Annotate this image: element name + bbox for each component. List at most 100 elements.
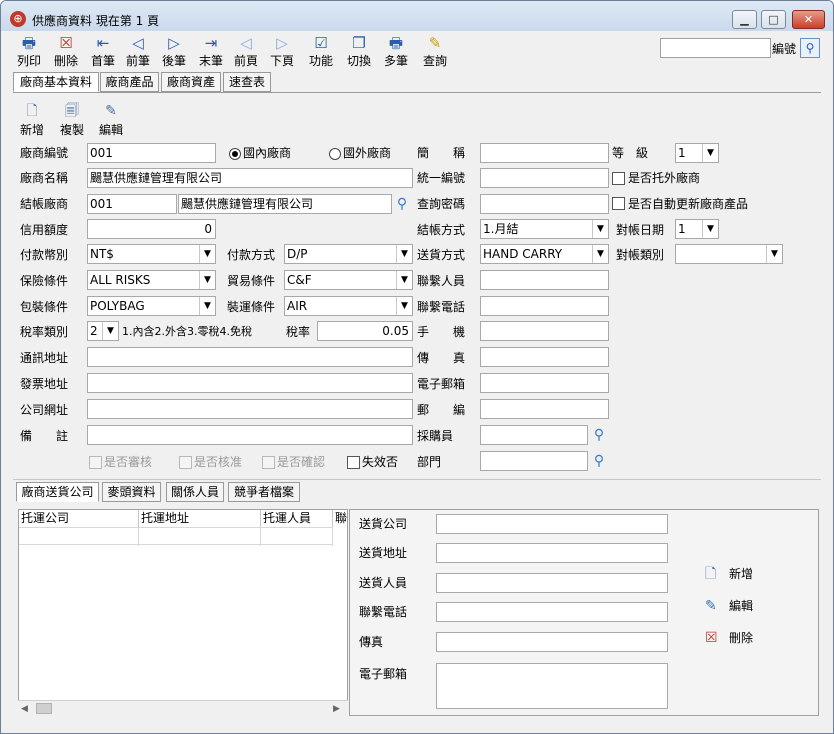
website-field[interactable] xyxy=(87,399,413,419)
search-icon[interactable]: ⚲ xyxy=(589,425,609,445)
tab-quick-lookup[interactable]: 速查表 xyxy=(223,72,271,92)
search-icon[interactable]: ⚲ xyxy=(392,194,412,214)
prev-record-button[interactable]: ◁ 前筆 xyxy=(124,33,152,68)
trade-value: C&F xyxy=(287,273,312,287)
search-icon[interactable]: ⚲ xyxy=(589,451,609,471)
grid-header-address[interactable]: 托運地址 xyxy=(139,510,261,527)
prev-page-button[interactable]: ◁ 前頁 xyxy=(232,33,260,68)
tax-id-field[interactable] xyxy=(480,168,609,188)
tab-competitor-file[interactable]: 競爭者檔案 xyxy=(228,482,300,502)
switch-button[interactable]: ❐ 切換 xyxy=(345,33,373,68)
short-name-field[interactable] xyxy=(480,143,609,163)
outsource-checkbox[interactable] xyxy=(612,172,625,185)
first-record-button[interactable]: ⇤ 首筆 xyxy=(89,33,117,68)
comm-addr-field[interactable] xyxy=(87,347,413,367)
add-button[interactable]: 🗋 新增 xyxy=(18,101,46,137)
tab-vendor-products[interactable]: 廠商產品 xyxy=(100,72,159,92)
email-field[interactable] xyxy=(480,373,609,393)
delivery-address-field[interactable] xyxy=(436,543,668,563)
delivery-phone-field[interactable] xyxy=(436,602,668,622)
multi-button[interactable]: 🖶 多筆 xyxy=(382,33,410,68)
domestic-radio[interactable] xyxy=(229,148,241,160)
fax-field[interactable] xyxy=(480,347,609,367)
tab-vendor-basic[interactable]: 廠商基本資料 xyxy=(13,72,99,92)
reconcile-type-select[interactable]: ▼ xyxy=(675,244,783,264)
grid-header-company[interactable]: 托運公司 xyxy=(19,510,139,527)
settle-vendor-no-field[interactable]: 001 xyxy=(87,194,177,214)
vendor-no-field[interactable]: 001 xyxy=(87,143,216,163)
trade-select[interactable]: C&F ▼ xyxy=(284,270,413,290)
invoice-addr-field[interactable] xyxy=(87,373,413,393)
note-field[interactable] xyxy=(87,425,413,445)
zip-field[interactable] xyxy=(480,399,609,419)
detail-edit-button[interactable]: ✎ 編輯 xyxy=(705,596,765,616)
tab-delivery-company[interactable]: 廠商送貨公司 xyxy=(16,482,99,502)
delivery-company-label: 送貨公司 xyxy=(359,517,408,531)
tab-shipping-mark[interactable]: 麥頭資料 xyxy=(102,482,161,502)
table-row[interactable] xyxy=(19,527,333,546)
next-record-button[interactable]: ▷ 後筆 xyxy=(160,33,188,68)
delivery-email-field[interactable] xyxy=(436,663,668,709)
reconcile-day-label: 對帳日期 xyxy=(616,223,665,237)
contact-phone-field[interactable] xyxy=(480,296,609,316)
copy-button[interactable]: 🗐 複製 xyxy=(58,101,86,137)
packing-select[interactable]: POLYBAG ▼ xyxy=(87,296,216,316)
grade-select[interactable]: 1 ▼ xyxy=(675,143,719,163)
pay-method-select[interactable]: D/P ▼ xyxy=(284,244,413,264)
pay-method-value: D/P xyxy=(287,247,308,261)
foreign-radio[interactable] xyxy=(329,148,341,160)
grid-cell-divider xyxy=(332,528,333,546)
grid-header-contact[interactable]: 聯 xyxy=(333,510,349,527)
dept-field[interactable] xyxy=(480,451,588,471)
tab-related-people[interactable]: 關係人員 xyxy=(166,482,224,502)
tab-vendor-assets[interactable]: 廠商資產 xyxy=(161,72,221,92)
delete-icon: ☒ xyxy=(59,34,73,52)
mobile-field[interactable] xyxy=(480,321,609,341)
print-button[interactable]: 🖶 列印 xyxy=(15,33,43,68)
insurance-select[interactable]: ALL RISKS ▼ xyxy=(87,270,216,290)
chevron-down-icon: ▼ xyxy=(766,245,782,263)
tax-type-select[interactable]: 2 ▼ xyxy=(87,321,119,341)
query-button[interactable]: ✎ 查詢 xyxy=(421,33,449,68)
edit-button[interactable]: ✎ 編輯 xyxy=(97,101,125,137)
buyer-field[interactable] xyxy=(480,425,588,445)
query-pwd-field[interactable] xyxy=(480,194,609,214)
settle-method-value: 1.月結 xyxy=(483,222,519,236)
invalid-checkbox[interactable] xyxy=(347,456,360,469)
next-page-button[interactable]: ▷ 下頁 xyxy=(268,33,296,68)
confirmed-label: 是否確認 xyxy=(277,455,326,469)
maximize-button[interactable]: □ xyxy=(761,10,786,29)
currency-select[interactable]: NT$ ▼ xyxy=(87,244,216,264)
delete-button[interactable]: ☒ 刪除 xyxy=(52,33,80,68)
contact-field[interactable] xyxy=(480,270,609,290)
credit-field[interactable]: 0 xyxy=(87,219,216,239)
close-button[interactable]: ✕ xyxy=(792,10,825,29)
next-page-label: 下頁 xyxy=(269,54,294,68)
tax-rate-field[interactable]: 0.05 xyxy=(317,321,413,341)
delivery-company-grid[interactable]: 托運公司 托運地址 托運人員 聯 xyxy=(18,509,348,716)
search-icon[interactable]: ⚲ xyxy=(800,38,820,58)
record-search-input[interactable] xyxy=(660,38,771,58)
reconcile-day-select[interactable]: 1 ▼ xyxy=(675,219,719,239)
grid-horizontal-scrollbar[interactable]: ◀ ▶ xyxy=(18,700,348,716)
delivery-person-field[interactable] xyxy=(436,573,668,593)
scroll-right-icon[interactable]: ▶ xyxy=(333,704,340,714)
last-record-button[interactable]: ⇥ 末筆 xyxy=(197,33,225,68)
scroll-left-icon[interactable]: ◀ xyxy=(21,704,28,714)
shipping-select[interactable]: AIR ▼ xyxy=(284,296,413,316)
delivery-method-select[interactable]: HAND CARRY ▼ xyxy=(480,244,609,264)
delivery-company-field[interactable] xyxy=(436,514,668,534)
auto-update-checkbox[interactable] xyxy=(612,197,625,210)
chevron-down-icon: ▼ xyxy=(102,322,118,340)
detail-add-button[interactable]: 🗋 新增 xyxy=(705,564,765,584)
function-button[interactable]: ☑ 功能 xyxy=(307,33,335,68)
settle-vendor-name-field[interactable]: 颺慧供應鏈管理有限公司 xyxy=(178,194,392,214)
vendor-name-field[interactable]: 颺慧供應鏈管理有限公司 xyxy=(87,168,413,188)
scroll-thumb[interactable] xyxy=(36,703,52,714)
minimize-button[interactable]: ▁ xyxy=(732,10,757,29)
detail-delete-button[interactable]: ☒ 刪除 xyxy=(705,628,765,648)
shipping-value: AIR xyxy=(287,299,308,313)
settle-method-select[interactable]: 1.月結 ▼ xyxy=(480,219,609,239)
grid-header-person[interactable]: 托運人員 xyxy=(261,510,333,527)
delivery-fax-field[interactable] xyxy=(436,632,668,652)
